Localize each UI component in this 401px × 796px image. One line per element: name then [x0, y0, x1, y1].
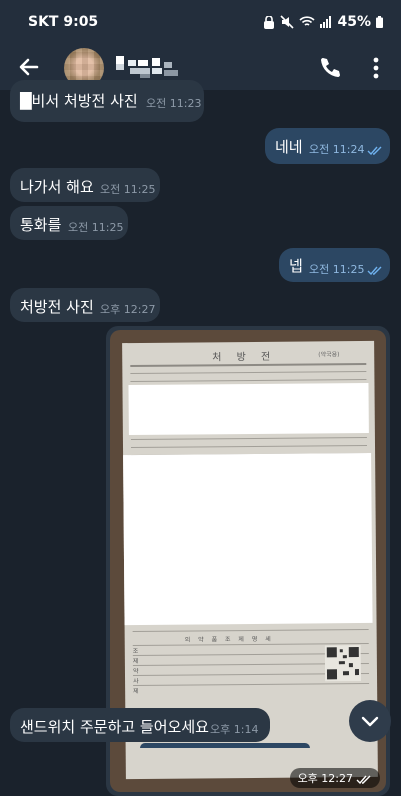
doc-stamp: (약국용): [318, 351, 340, 359]
message-text: 넵: [289, 257, 303, 275]
wifi-icon: [299, 16, 316, 26]
mute-icon: [280, 15, 295, 29]
scroll-down-button[interactable]: [349, 700, 391, 742]
doc-rule: [130, 436, 367, 441]
phone-icon[interactable]: [316, 54, 344, 82]
message-text: 처방전 사진: [20, 298, 94, 316]
signal-icon: [320, 16, 332, 28]
message-bubble-in[interactable]: 샌드위치 주문하고 들어오세요 오후 1:14: [10, 708, 270, 742]
contact-name-pixelated[interactable]: [116, 52, 182, 82]
doc-rule: [133, 682, 370, 687]
doc-table-title: 의 약 품 조 제 명 세: [184, 635, 274, 644]
message-text: 샌드위치 주문하고 들어오세요: [20, 718, 209, 736]
message-bubble-in[interactable]: 나가서 해요 오전 11:25: [10, 168, 160, 202]
message-bubble-in[interactable]: 처방전 사진 오후 12:27: [10, 288, 160, 322]
lock-alarm-icon: [264, 15, 275, 29]
doc-rule: [130, 362, 367, 368]
message-time: 오전 11:25: [68, 221, 124, 234]
message-time: 오전 11:25: [100, 183, 156, 196]
message-time: 오후 1:14: [210, 723, 259, 736]
redaction-box: [123, 452, 373, 626]
battery-percent: 45%: [337, 14, 371, 30]
message-time: 오전 11:25: [309, 261, 383, 277]
message-list[interactable]: █비서 처방전 사진 오전 11:23 네네 오전 11:24 나가서 해요 오…: [0, 80, 401, 796]
read-check-icon: [356, 775, 371, 784]
message-bubble-in[interactable]: █비서 처방전 사진 오전 11:23: [10, 80, 204, 122]
more-options-icon[interactable]: [362, 54, 390, 82]
message-text: 통화를: [20, 216, 62, 234]
battery-icon: [376, 16, 383, 28]
status-bar: SKT 9:05 45%: [0, 0, 401, 46]
doc-title: 처 방 전: [212, 351, 277, 364]
read-check-icon: [367, 146, 382, 155]
status-icons: 45%: [263, 14, 383, 30]
message-time: 오전 11:23: [146, 97, 202, 110]
doc-rule: [130, 370, 367, 375]
qr-code-icon: [324, 645, 362, 682]
doc-rule: [131, 444, 368, 449]
read-check-icon: [367, 266, 382, 275]
message-text: █비서 처방전 사진: [20, 92, 138, 110]
doc-rule: [130, 378, 367, 383]
message-time: 오전 11:24: [309, 141, 383, 157]
doc-rule: [132, 628, 369, 633]
message-text: 나가서 해요: [20, 178, 94, 196]
photo-time-badge: 오후 12:27: [289, 768, 380, 788]
doc-row-labels: 조제약사제: [132, 647, 139, 696]
redaction-box: [128, 382, 369, 436]
next-message-edge: [140, 743, 310, 748]
carrier-time: SKT 9:05: [28, 14, 99, 30]
message-bubble-out[interactable]: 네네 오전 11:24: [265, 128, 390, 164]
message-time: 오후 12:27: [100, 303, 156, 316]
chevron-down-icon: [361, 716, 379, 727]
message-bubble-in[interactable]: 통화를 오전 11:25: [10, 206, 128, 240]
message-text: 네네: [275, 138, 303, 156]
back-arrow-icon[interactable]: [14, 52, 44, 82]
message-bubble-out[interactable]: 넵 오전 11:25: [279, 248, 390, 282]
